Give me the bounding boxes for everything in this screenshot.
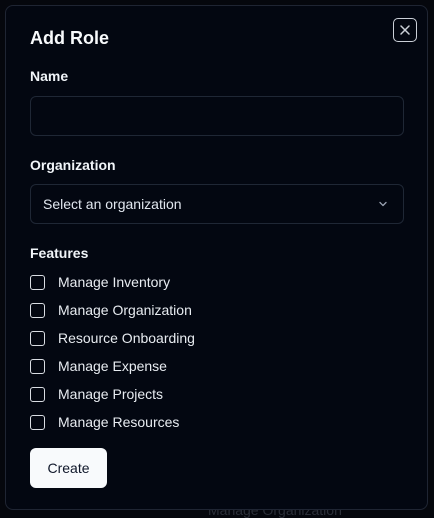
feature-label: Manage Resources <box>58 414 180 430</box>
feature-item-manage-projects[interactable]: Manage Projects <box>30 384 163 404</box>
checkbox[interactable] <box>30 274 45 290</box>
features-label: Features <box>30 245 89 261</box>
dialog-title: Add Role <box>30 28 109 48</box>
close-icon <box>399 24 411 36</box>
checkbox[interactable] <box>30 330 45 346</box>
feature-item-manage-resources[interactable]: Manage Resources <box>30 412 179 432</box>
feature-label: Resource Onboarding <box>58 330 195 346</box>
checkbox[interactable] <box>30 302 45 318</box>
feature-label: Manage Projects <box>58 386 164 402</box>
create-button[interactable]: Create <box>30 448 107 488</box>
organization-select[interactable]: Select an organization <box>30 184 404 224</box>
feature-label: Manage Organization <box>58 302 192 318</box>
feature-label: Manage Inventory <box>58 274 171 290</box>
chevron-down-icon <box>375 196 391 212</box>
checkbox[interactable] <box>30 358 45 374</box>
organization-label: Organization <box>30 157 116 173</box>
feature-item-manage-expense[interactable]: Manage Expense <box>30 356 167 376</box>
name-input[interactable] <box>30 96 404 136</box>
name-label: Name <box>30 68 69 84</box>
feature-item-resource-onboarding[interactable]: Resource Onboarding <box>30 328 195 348</box>
feature-label: Manage Expense <box>58 358 167 374</box>
checkbox[interactable] <box>30 414 45 430</box>
checkbox[interactable] <box>30 386 45 402</box>
feature-item-manage-organization[interactable]: Manage Organization <box>30 300 192 320</box>
organization-select-value: Select an organization <box>43 196 182 212</box>
close-button[interactable] <box>393 18 417 42</box>
feature-item-manage-inventory[interactable]: Manage Inventory <box>30 272 170 292</box>
